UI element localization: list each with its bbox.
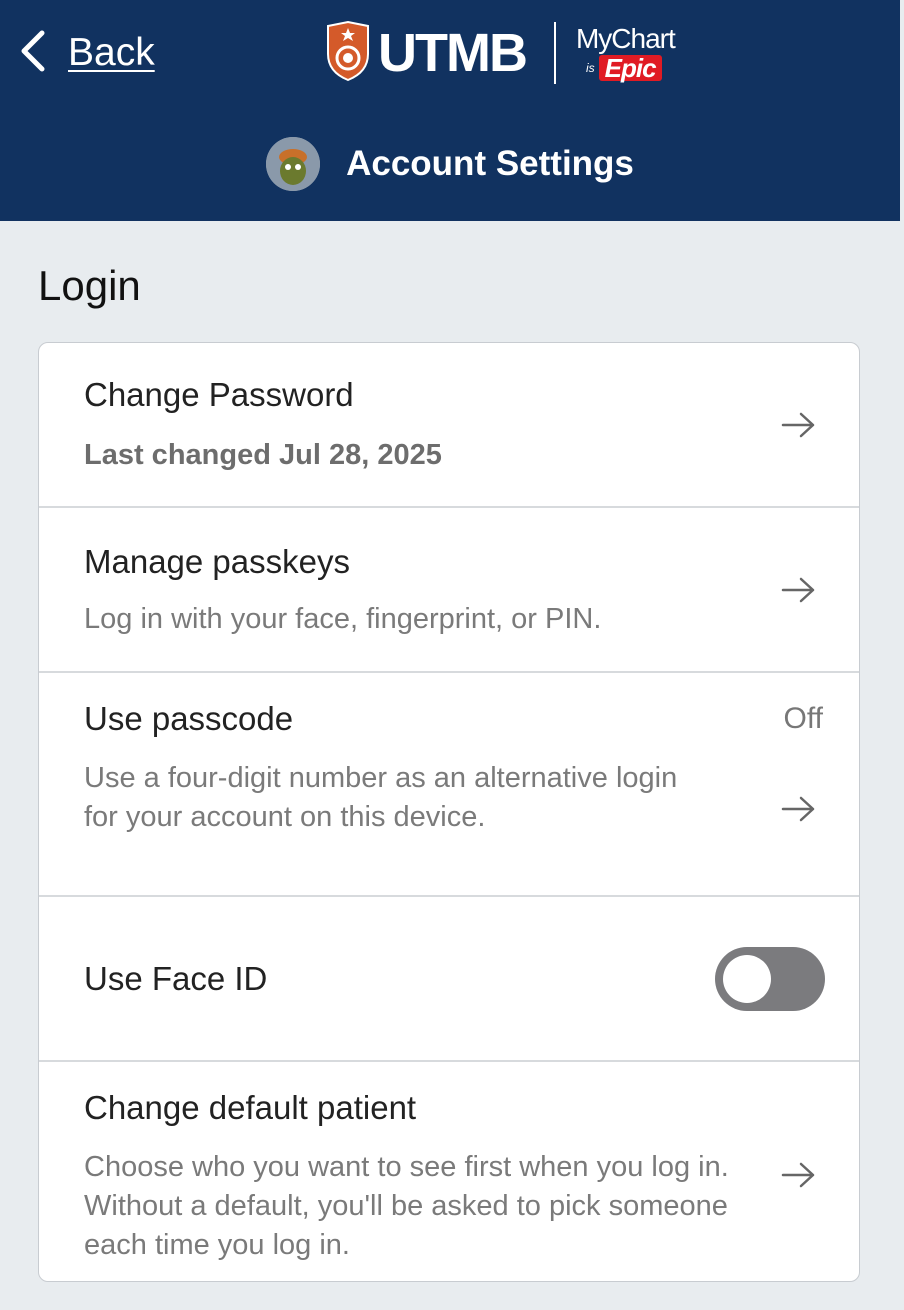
logo-divider xyxy=(553,22,556,84)
arrow-right-icon xyxy=(781,576,817,604)
chevron-left-icon xyxy=(18,27,48,80)
back-button[interactable]: Back xyxy=(18,28,155,78)
brand-name: UTMB xyxy=(378,23,528,83)
shield-icon xyxy=(324,20,372,87)
arrow-right-icon xyxy=(781,1161,817,1189)
change-default-patient-row[interactable]: Change default patient Choose who you wa… xyxy=(39,1062,859,1281)
section-title: Login xyxy=(38,262,141,309)
manage-passkeys-row[interactable]: Manage passkeys Log in with your face, f… xyxy=(39,508,859,672)
row-subtitle: Use a four-digit number as an alternativ… xyxy=(84,762,678,833)
brand-logo: UTMB MyChart is Epic xyxy=(324,18,676,88)
title-row: Account Settings xyxy=(0,134,900,194)
passcode-status-value: Off xyxy=(783,702,823,735)
use-face-id-row: Use Face ID xyxy=(39,897,859,1061)
toggle-knob xyxy=(723,955,771,1003)
back-label: Back xyxy=(68,31,155,74)
page-title: Account Settings xyxy=(346,144,634,183)
login-settings-card: Change Password Last changed Jul 28, 202… xyxy=(38,342,860,1282)
change-password-row[interactable]: Change Password Last changed Jul 28, 202… xyxy=(39,343,859,507)
epic-logo-text: Epic xyxy=(598,55,662,81)
use-passcode-row[interactable]: Use passcode Off Use a four-digit number… xyxy=(39,673,859,895)
row-title: Use Face ID xyxy=(84,960,268,997)
avatar[interactable] xyxy=(266,137,321,191)
row-title: Change default patient xyxy=(84,1089,417,1126)
row-title: Change Password xyxy=(84,376,354,413)
mychart-text: MyChart xyxy=(575,23,676,54)
top-header: Back UTMB MyChart is Epic Account Settin… xyxy=(0,0,900,221)
row-title: Manage passkeys xyxy=(84,543,350,580)
row-subtitle: Log in with your face, fingerprint, or P… xyxy=(84,603,602,635)
mychart-logo: MyChart is Epic xyxy=(575,23,676,81)
arrow-right-icon xyxy=(781,411,817,439)
row-title: Use passcode xyxy=(84,700,294,737)
row-subtitle: Last changed Jul 28, 2025 xyxy=(84,439,442,471)
mychart-is-text: is xyxy=(585,61,595,75)
row-subtitle: Choose who you want to see first when yo… xyxy=(84,1151,729,1261)
face-id-toggle[interactable] xyxy=(715,947,825,1011)
arrow-right-icon xyxy=(781,795,817,823)
